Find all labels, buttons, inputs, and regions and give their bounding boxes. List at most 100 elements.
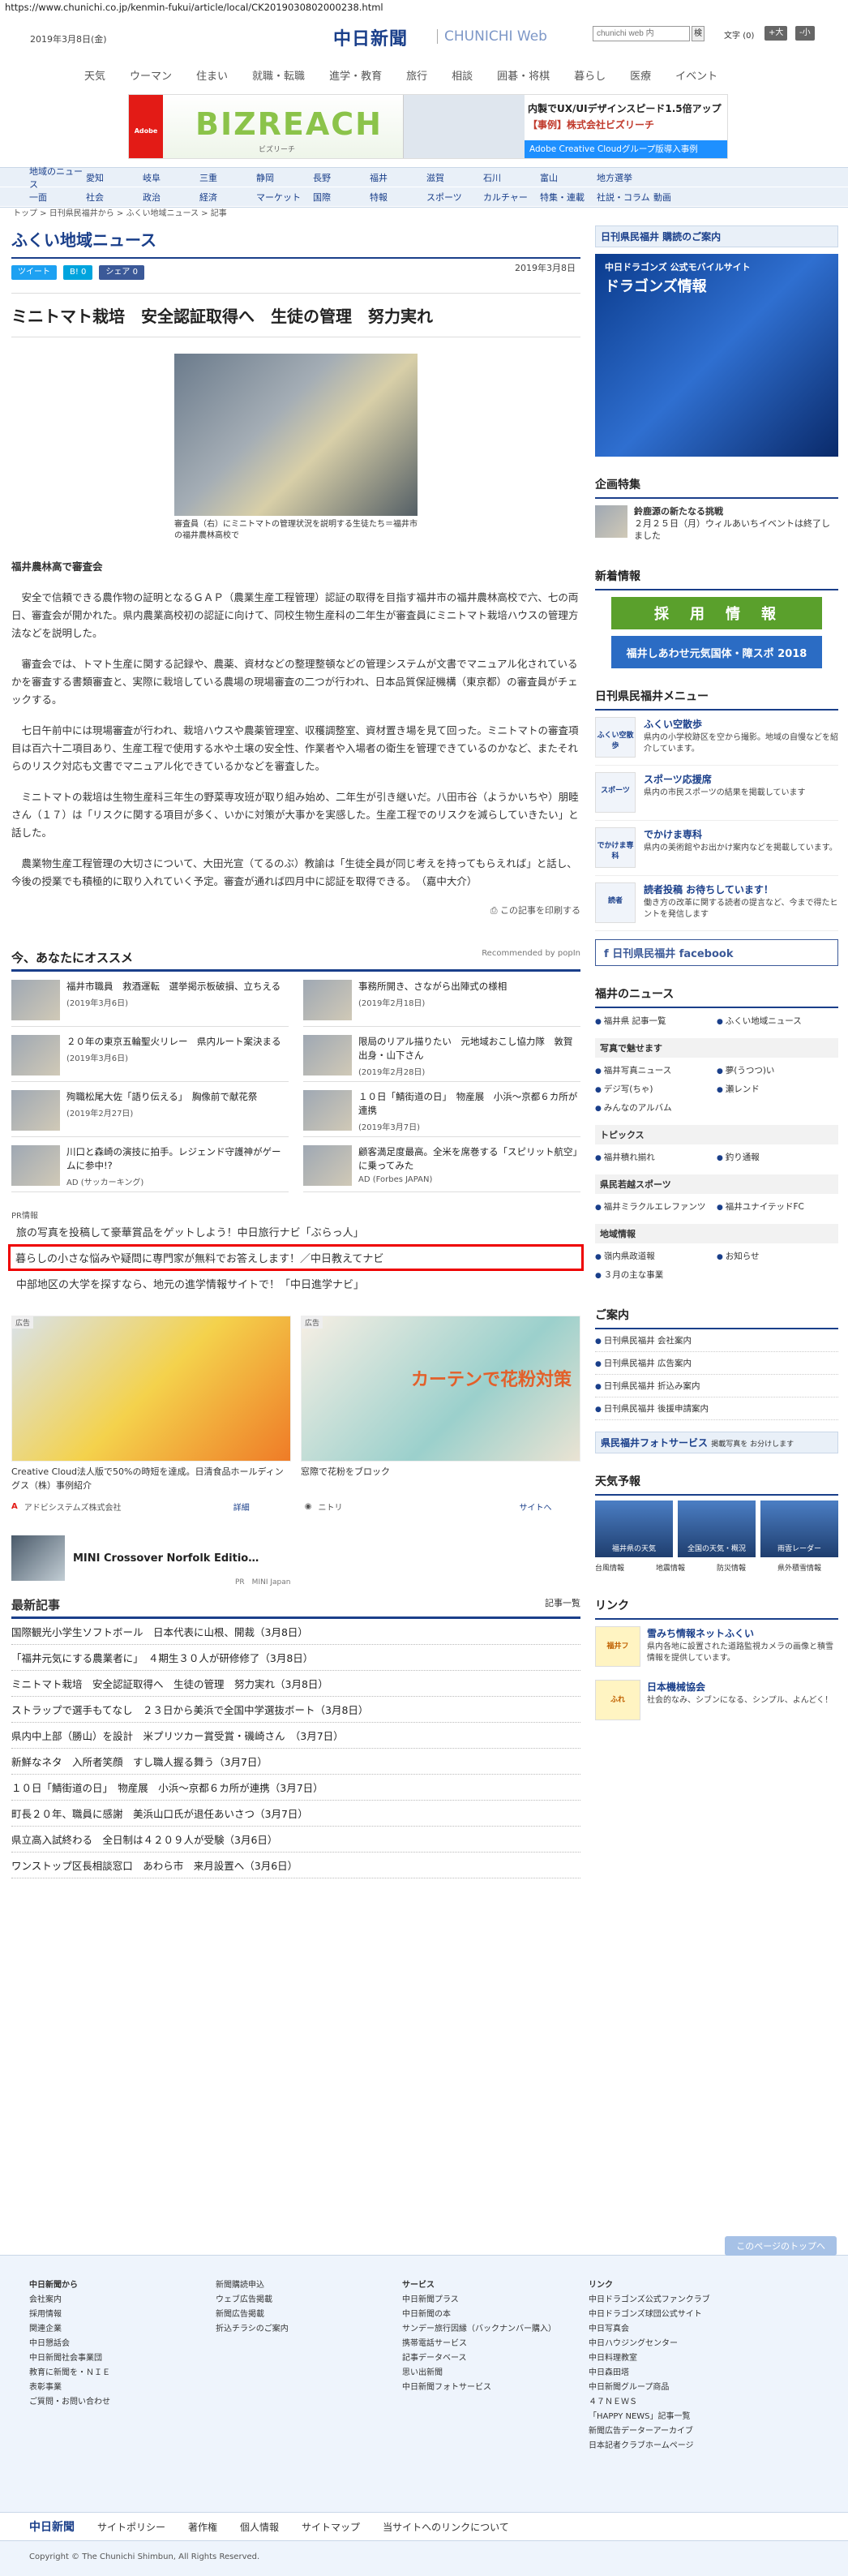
latest-item[interactable]: 新鮮なネタ 入所者笑顔 すし職人握る舞う（3月7日） bbox=[11, 1749, 580, 1775]
side-link-title[interactable]: 雪みち情報ネットふくい bbox=[647, 1626, 838, 1640]
latest-item[interactable]: １０日「鯖街道の日」 物産展 小浜〜京都６カ所が連携（3月7日） bbox=[11, 1775, 580, 1801]
category-item[interactable]: 福井 bbox=[370, 171, 426, 184]
topnav-item[interactable]: 暮らし bbox=[562, 67, 618, 83]
weather-link[interactable]: 県外積雪情報 bbox=[777, 1562, 838, 1573]
footer-link[interactable]: 中日新聞の本 bbox=[402, 2308, 556, 2322]
category-item[interactable]: 特集・連載 bbox=[540, 191, 597, 204]
ad-line3[interactable]: Adobe Creative Cloudグループ版導入事例 bbox=[525, 140, 727, 158]
search-input[interactable] bbox=[593, 26, 690, 41]
topnav-item[interactable]: 旅行 bbox=[394, 67, 439, 83]
footer-logo[interactable]: 中日新聞 bbox=[29, 2518, 75, 2535]
weather-link[interactable]: 地震情報 bbox=[656, 1562, 717, 1573]
footer-link[interactable]: 関連企業 bbox=[29, 2322, 183, 2337]
topnav-item[interactable]: 相談 bbox=[439, 67, 485, 83]
recommend-item[interactable]: 事務所開き、さながら出陣式の様相 (2019年2月18日) bbox=[303, 972, 580, 1027]
footer-bar-link[interactable]: 当サイトへのリンクについて bbox=[383, 2520, 509, 2534]
topnav-item[interactable]: イベント bbox=[663, 67, 730, 83]
footer-link[interactable]: 中日新聞社会事業団 bbox=[29, 2351, 183, 2366]
category-item[interactable]: 石川 bbox=[483, 171, 540, 184]
weather-link[interactable]: 防災情報 bbox=[717, 1562, 777, 1573]
pr-item[interactable]: 暮らしの小さな悩みや疑問に専門家が無料でお答えします！／中日教えてナビ bbox=[8, 1244, 584, 1271]
recommend-item[interactable]: 限局のリアル描りたい 元地域おこし協力隊 敦賀出身・山下さん (2019年2月28… bbox=[303, 1027, 580, 1082]
category-item[interactable]: カルチャー bbox=[483, 191, 540, 204]
footer-link[interactable]: 新聞広告データーアーカイブ bbox=[589, 2424, 743, 2439]
latest-item[interactable]: 「福井元気にする農業者に」 ４期生３０人が研修修了（3月8日） bbox=[11, 1645, 580, 1671]
recommend-item-title[interactable]: 事務所開き、さながら出陣式の様相 bbox=[358, 980, 507, 994]
latest-item[interactable]: ストラップで選手もてなし ２３日から美浜で全国中学選抜ボート（3月8日） bbox=[11, 1697, 580, 1723]
print-link[interactable]: ⎙ この記事を印刷する bbox=[11, 904, 580, 917]
topnav-item[interactable]: 進学・教育 bbox=[317, 67, 394, 83]
latest-item[interactable]: ミニトマト栽培 安全認証取得へ 生徒の管理 努力実れ（3月8日） bbox=[11, 1671, 580, 1697]
recommend-item[interactable]: 川口と森崎の演技に拍手。レジェンド守護神がゲームに参中!? AD (サッカーキング… bbox=[11, 1137, 289, 1192]
kokutai-banner[interactable]: 福井しあわせ元気国体・障スポ 2018 bbox=[611, 636, 822, 668]
topnav-item[interactable]: 住まい bbox=[184, 67, 240, 83]
recommend-item-title[interactable]: 限局のリアル描りたい 元地域おこし協力隊 敦賀出身・山下さん bbox=[358, 1035, 580, 1063]
category-item[interactable]: 地域のニュース bbox=[29, 165, 86, 191]
topnav-item[interactable]: 天気 bbox=[72, 67, 118, 83]
category-item[interactable]: 社説・コラム bbox=[597, 191, 653, 204]
side-menu-item[interactable]: スポーツ スポーツ応援席 県内の市民スポーツの結果を掲載しています bbox=[595, 766, 838, 821]
guide-link[interactable]: ● 日刊県民福井 後援申請案内 bbox=[595, 1397, 838, 1420]
footer-link[interactable]: 中日ドラゴンズ公式ファンクラブ bbox=[589, 2293, 743, 2308]
facebook-link[interactable]: f 日刊県民福井 facebook bbox=[595, 939, 838, 966]
footer-link[interactable]: ウェブ広告掲載 bbox=[216, 2293, 370, 2308]
footer-link[interactable]: 中日新聞グループ商品 bbox=[589, 2381, 743, 2395]
category-item[interactable]: 富山 bbox=[540, 171, 597, 184]
hatena-button[interactable]: B! 0 bbox=[63, 265, 93, 280]
footer-bar-link[interactable]: 著作権 bbox=[188, 2520, 217, 2534]
category-item[interactable]: 社会 bbox=[86, 191, 143, 204]
category-item[interactable]: 国際 bbox=[313, 191, 370, 204]
category-item[interactable]: 長野 bbox=[313, 171, 370, 184]
footer-link[interactable]: 中日森田塔 bbox=[589, 2366, 743, 2381]
native-ad-caption-b[interactable]: 窓際で花粉をブロック bbox=[301, 1465, 580, 1492]
guide-link[interactable]: ● 日刊県民福井 会社案内 bbox=[595, 1329, 838, 1352]
category-item[interactable]: 静岡 bbox=[256, 171, 313, 184]
side-link[interactable]: ● デジ写(ちゃ) bbox=[595, 1080, 717, 1098]
recommend-item-title[interactable]: 顧客満足度最高。全米を席巻する「スピリット航空」に乗ってみた bbox=[358, 1145, 580, 1173]
side-link[interactable]: ● 福井県 記事一覧 bbox=[595, 1011, 717, 1030]
topnav-item[interactable]: 就職・転職 bbox=[240, 67, 317, 83]
side-link-item[interactable]: ふれ 日本機械協会 社会的なみ、シブンになる、シンプル、よんどく！ bbox=[595, 1673, 838, 1727]
side-link[interactable]: ● 福井ユナイテッドFC bbox=[717, 1197, 838, 1216]
recommend-by[interactable]: Recommended by popIn bbox=[482, 949, 580, 966]
recruit-banner[interactable]: 採 用 情 報 bbox=[611, 597, 822, 629]
recommend-item-title[interactable]: 殉職松尾大佐「語り伝える」 胸像前で献花祭 bbox=[66, 1090, 257, 1104]
breadcrumb[interactable]: トップ > 日刊県民福井から > ふくい地域ニュース > 記事 bbox=[13, 206, 227, 218]
topnav-item[interactable]: 医療 bbox=[618, 67, 663, 83]
side-link[interactable]: ● 釣り通報 bbox=[717, 1148, 838, 1166]
category-item[interactable]: 動画 bbox=[653, 191, 710, 204]
facebook-share-button[interactable]: シェア 0 bbox=[99, 265, 144, 280]
weather-link[interactable]: 台風情報 bbox=[595, 1562, 656, 1573]
category-item[interactable]: 愛知 bbox=[86, 171, 143, 184]
side-link[interactable]: ● 福井ミラクルエレファンツ bbox=[595, 1197, 717, 1216]
side-link[interactable]: ● 瀬レンド bbox=[717, 1080, 838, 1098]
side-menu-title[interactable]: スポーツ応援席 bbox=[644, 772, 806, 786]
side-link[interactable]: ● 嶺内県政道報 bbox=[595, 1247, 717, 1265]
footer-bar-link[interactable]: 個人情報 bbox=[240, 2520, 279, 2534]
recommend-item[interactable]: 殉職松尾大佐「語り伝える」 胸像前で献花祭 (2019年2月27日) bbox=[11, 1082, 289, 1137]
recommend-item[interactable]: 顧客満足度最高。全米を席巻する「スピリット航空」に乗ってみた AD (Forbes… bbox=[303, 1137, 580, 1192]
category-item[interactable]: 経済 bbox=[199, 191, 256, 204]
footer-bar-link[interactable]: サイトマップ bbox=[302, 2520, 360, 2534]
font-larger-button[interactable]: +大 bbox=[764, 26, 788, 41]
tweet-button[interactable]: ツイート bbox=[11, 265, 57, 280]
category-item[interactable]: 滋賀 bbox=[426, 171, 483, 184]
side-link[interactable]: ● 夢(うつつ)い bbox=[717, 1061, 838, 1080]
category-item[interactable]: 政治 bbox=[143, 191, 199, 204]
side-link[interactable]: ● みんなのアルバム bbox=[595, 1098, 717, 1117]
photo-service-box[interactable]: 県民福井フォトサービス 掲載写真を お分けします bbox=[595, 1432, 838, 1453]
footer-link[interactable]: ご質問・お問い合わせ bbox=[29, 2395, 183, 2410]
footer-link[interactable]: 携帯電話サービス bbox=[402, 2337, 556, 2351]
footer-link[interactable]: 教育に新聞を・ＮＩＥ bbox=[29, 2366, 183, 2381]
side-link[interactable]: ● ふくい地域ニュース bbox=[717, 1011, 838, 1030]
side-link[interactable]: ● 福井写真ニュース bbox=[595, 1061, 717, 1080]
ad-detail-link[interactable]: 詳細 bbox=[233, 1501, 298, 1513]
latest-item[interactable]: 県立高入試終わる 全日制は４２０９人が受験（3月6日） bbox=[11, 1827, 580, 1853]
top-ad-banner[interactable]: Adobe BIZREACH ビズリーチ 内製でUX/UIデザインスピード1.5… bbox=[128, 94, 728, 159]
latest-item[interactable]: ワンストップ区長相談窓口 あわら市 来月設置へ（3月6日） bbox=[11, 1853, 580, 1878]
weather-tile[interactable]: 福井県の天気 bbox=[595, 1501, 673, 1557]
category-item[interactable]: 特報 bbox=[370, 191, 426, 204]
font-smaller-button[interactable]: -小 bbox=[795, 26, 815, 41]
footer-link[interactable]: 新聞広告掲載 bbox=[216, 2308, 370, 2322]
footer-link[interactable]: 中日新聞フォトサービス bbox=[402, 2381, 556, 2395]
